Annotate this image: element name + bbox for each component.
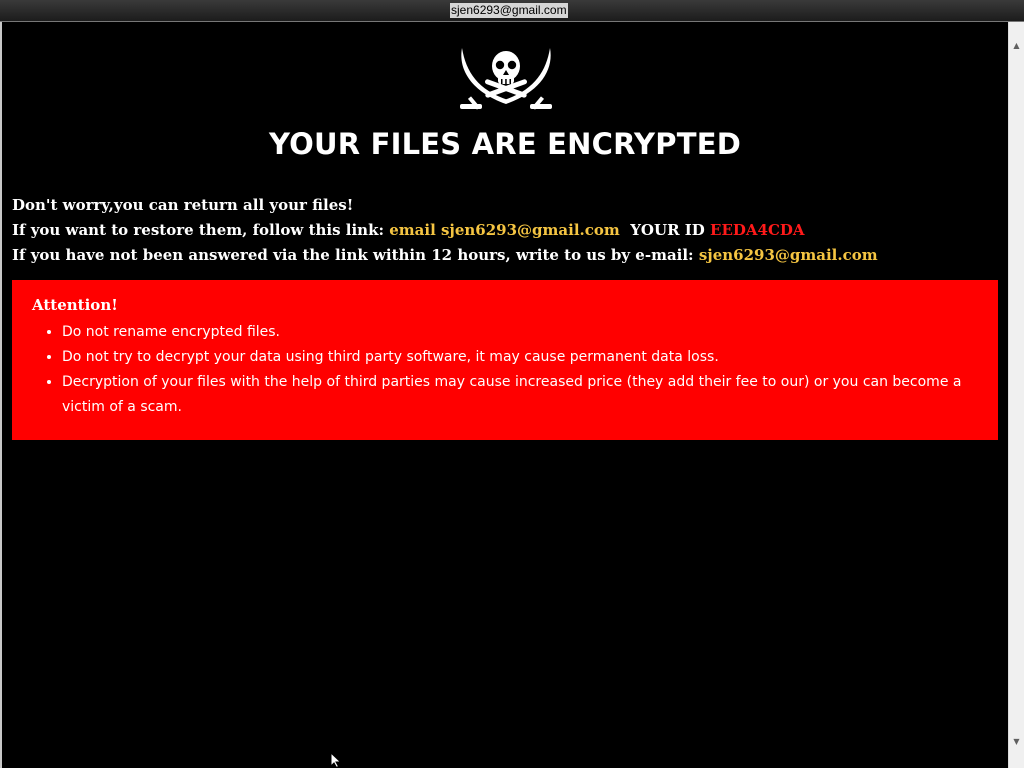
fallback-line: If you have not been answered via the li…	[12, 243, 878, 268]
vertical-scrollbar[interactable]: ▲ ▼	[1008, 22, 1024, 768]
restore-line-prefix: If you want to restore them, follow this…	[12, 221, 390, 239]
attention-list: Do not rename encrypted files. Do not tr…	[32, 320, 978, 420]
reassurance-line: Don't worry,you can return all your file…	[12, 196, 354, 214]
instructions-block: Don't worry,you can return all your file…	[12, 193, 878, 268]
list-item: Do not rename encrypted files.	[62, 320, 978, 345]
title-bar: sjen6293@gmail.com	[0, 0, 1024, 22]
list-item: Decryption of your files with the help o…	[62, 370, 978, 420]
mouse-pointer-icon	[330, 752, 342, 768]
victim-id: EEDA4CDA	[710, 221, 805, 239]
list-item: Do not try to decrypt your data using th…	[62, 345, 978, 370]
restore-line: If you want to restore them, follow this…	[12, 218, 878, 243]
fallback-line-prefix: If you have not been answered via the li…	[12, 246, 699, 264]
window-title: sjen6293@gmail.com	[450, 3, 568, 18]
page-headline: YOUR FILES ARE ENCRYPTED	[269, 127, 741, 161]
attention-title: Attention!	[32, 296, 118, 314]
scroll-down-arrow-icon[interactable]: ▼	[1009, 734, 1024, 750]
jolly-roger-icon	[460, 48, 552, 110]
contact-email-link[interactable]: email sjen6293@gmail.com	[389, 221, 620, 239]
ransom-note-window: sjen6293@gmail.com YOUR FILES ARE ENCRYP…	[0, 0, 1024, 768]
id-label: YOUR ID	[630, 221, 711, 239]
fallback-email-link[interactable]: sjen6293@gmail.com	[699, 246, 878, 264]
scroll-up-arrow-icon[interactable]: ▲	[1009, 38, 1024, 54]
content-frame: YOUR FILES ARE ENCRYPTED Don't worry,you…	[0, 22, 1008, 768]
attention-box: Attention! Do not rename encrypted files…	[12, 280, 998, 440]
